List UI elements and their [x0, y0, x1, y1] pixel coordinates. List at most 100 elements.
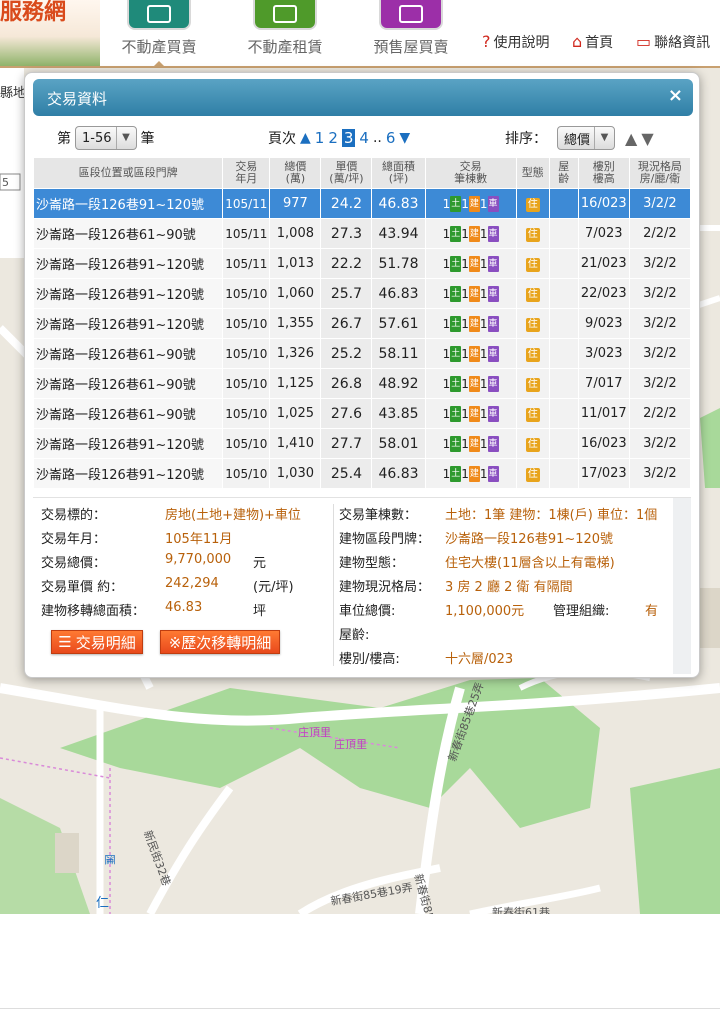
- table-row[interactable]: 沙崙路一段126巷91~120號 105/10 1,030 25.4 46.83 1土1建…: [34, 459, 690, 488]
- table-row[interactable]: 沙崙路一段126巷61~90號 105/10 1,125 26.8 48.92 1土1建1…: [34, 369, 690, 398]
- subject-label: 交易標的：: [41, 508, 107, 523]
- building-age-cell: [549, 219, 578, 248]
- parking-badge-icon: 車: [487, 315, 499, 332]
- address-cell: 沙崙路一段126巷91~120號: [34, 429, 223, 458]
- transaction-detail-button[interactable]: ☰ 交易明細: [51, 630, 143, 654]
- detail-scroll-track[interactable]: [673, 498, 691, 674]
- type-cell: 住: [516, 429, 549, 458]
- detail-divider: [333, 504, 334, 666]
- area-cell: 43.85: [372, 399, 425, 428]
- sort-select[interactable]: 總價 ▼: [557, 126, 616, 150]
- sort-descending-icon[interactable]: ▼: [641, 129, 653, 148]
- count-number: 1: [442, 226, 451, 241]
- top-navigation-bar: 服務網 不動產買賣 不動產租賃 預售屋買賣 ? 使用說明 ⌂ 首頁 ▭ 聯絡資訊: [0, 0, 720, 68]
- address-cell: 沙崙路一段126巷91~120號: [34, 309, 223, 338]
- table-row[interactable]: 沙崙路一段126巷91~120號 105/11 1,013 22.2 51.78 1土1建…: [34, 249, 690, 278]
- building-age-cell: [549, 339, 578, 368]
- total-price-cell: 1,008: [270, 219, 321, 248]
- land-badge-icon: 土: [450, 255, 462, 272]
- residential-badge-icon: 住: [525, 437, 540, 452]
- home-link-label: 首頁: [585, 35, 614, 51]
- table-row[interactable]: 沙崙路一段126巷61~90號 105/10 1,025 27.6 43.85 1土1建1…: [34, 399, 690, 428]
- residential-badge-icon: 住: [525, 287, 540, 302]
- count-number: 1: [461, 406, 469, 421]
- table-row[interactable]: 沙崙路一段126巷91~120號 105/10 1,355 26.7 57.61 1土1建…: [34, 309, 690, 338]
- tab-presale-house[interactable]: 預售屋買賣: [364, 0, 458, 66]
- transaction-count-cell: 1土1建1車: [425, 339, 516, 368]
- count-number: 1: [461, 436, 469, 451]
- type-cell: 住: [516, 369, 549, 398]
- transaction-count-cell: 1土1建1車: [425, 249, 516, 278]
- page-link-3-current[interactable]: 3: [341, 129, 356, 147]
- building-age-cell: [549, 189, 578, 218]
- residential-badge-icon: 住: [525, 197, 540, 212]
- building-badge-icon: 建: [468, 435, 480, 452]
- transaction-detail-button-label: 交易明細: [75, 633, 136, 652]
- tab-real-estate-rent[interactable]: 不動產租賃: [238, 0, 332, 66]
- table-row[interactable]: 沙崙路一段126巷61~90號 105/11 1,008 27.3 43.94 1土1建1…: [34, 219, 690, 248]
- park-area: [630, 768, 720, 914]
- help-link-label: 使用說明: [493, 35, 550, 51]
- count-number: 1: [442, 346, 451, 361]
- area-label: 建物移轉總面積：: [41, 604, 146, 619]
- unit-price-cell: 25.4: [321, 459, 372, 488]
- next-page-icon[interactable]: ▼: [399, 130, 410, 146]
- transfer-history-button[interactable]: ※歷次移轉明細: [160, 630, 280, 654]
- transaction-count-cell: 1土1建1車: [425, 429, 516, 458]
- building-age-cell: [549, 309, 578, 338]
- management-label: 管理組織:: [553, 604, 610, 619]
- residential-badge-icon: 住: [525, 407, 540, 422]
- tab-real-estate-sale[interactable]: 不動產買賣: [112, 0, 206, 68]
- page-link-4[interactable]: 4: [359, 129, 369, 147]
- land-badge-icon: 土: [450, 405, 462, 422]
- sort-ascending-icon[interactable]: ▲: [625, 129, 637, 148]
- previous-page-icon[interactable]: ▲: [300, 130, 311, 146]
- date-label: 交易年月：: [41, 532, 107, 547]
- page-link-1[interactable]: 1: [315, 129, 325, 147]
- area-cell: 58.11: [372, 339, 425, 368]
- total-price-cell: 1,025: [270, 399, 321, 428]
- chevron-down-icon: ▼: [115, 127, 136, 149]
- contact-link[interactable]: ▭ 聯絡資訊: [636, 32, 710, 52]
- table-body: 沙崙路一段126巷91~120號 105/11 977 24.2 46.83 1土1建1車…: [34, 189, 690, 488]
- page-link-6[interactable]: 6: [386, 129, 396, 147]
- address-cell: 沙崙路一段126巷91~120號: [34, 279, 223, 308]
- transaction-count-label: 交易筆棟數：: [339, 508, 418, 523]
- date-cell: 105/10: [223, 309, 270, 338]
- count-number: 1: [442, 406, 451, 421]
- total-price-cell: 1,030: [270, 459, 321, 488]
- transaction-detail-panel: 交易標的： 房地(土地+建物)+車位 交易年月： 105年11月 交易總價： 9…: [33, 497, 691, 674]
- help-link[interactable]: ? 使用說明: [482, 32, 550, 52]
- building-block: [700, 588, 720, 648]
- count-number: 1: [479, 436, 488, 451]
- subject-value: 房地(土地+建物)+車位: [165, 508, 301, 523]
- pagination: 頁次 ▲ 1 2 3 4 .. 6 ▼: [268, 125, 410, 151]
- table-row[interactable]: 沙崙路一段126巷61~90號 105/10 1,326 25.2 58.11 1土1建1…: [34, 339, 690, 368]
- layout-cell: 3/2/2: [629, 339, 690, 368]
- floor-cell: 21/023: [578, 249, 629, 278]
- close-icon[interactable]: ×: [668, 85, 683, 106]
- site-logo[interactable]: 服務網: [0, 0, 100, 66]
- park-area: [700, 408, 720, 488]
- page-link-2[interactable]: 2: [328, 129, 338, 147]
- residential-badge-icon: 住: [525, 347, 540, 362]
- layout-cell: 3/2/2: [629, 279, 690, 308]
- home-link[interactable]: ⌂ 首頁: [572, 32, 613, 52]
- column-header: 交易 年月: [223, 158, 270, 188]
- date-cell: 105/10: [223, 399, 270, 428]
- table-row[interactable]: 沙崙路一段126巷91~120號 105/11 977 24.2 46.83 1土1建1車…: [34, 189, 690, 218]
- land-badge-icon: 土: [450, 345, 462, 362]
- residential-badge-icon: 住: [525, 317, 540, 332]
- date-cell: 105/10: [223, 279, 270, 308]
- total-price-cell: 1,410: [270, 429, 321, 458]
- presale-house-icon: [379, 0, 443, 30]
- unit-price-cell: 25.7: [321, 279, 372, 308]
- table-row[interactable]: 沙崙路一段126巷91~120號 105/10 1,060 25.7 46.83 1土1建…: [34, 279, 690, 308]
- site-logo-text: 服務網: [0, 0, 67, 25]
- record-range-select[interactable]: 1-56 ▼: [75, 126, 137, 150]
- residential-badge-icon: 住: [525, 257, 540, 272]
- table-row[interactable]: 沙崙路一段126巷91~120號 105/10 1,410 27.7 58.01 1土1建…: [34, 429, 690, 458]
- count-number: 1: [479, 286, 488, 301]
- building-badge-icon: 建: [468, 465, 480, 482]
- column-header: 總價 (萬): [270, 158, 321, 188]
